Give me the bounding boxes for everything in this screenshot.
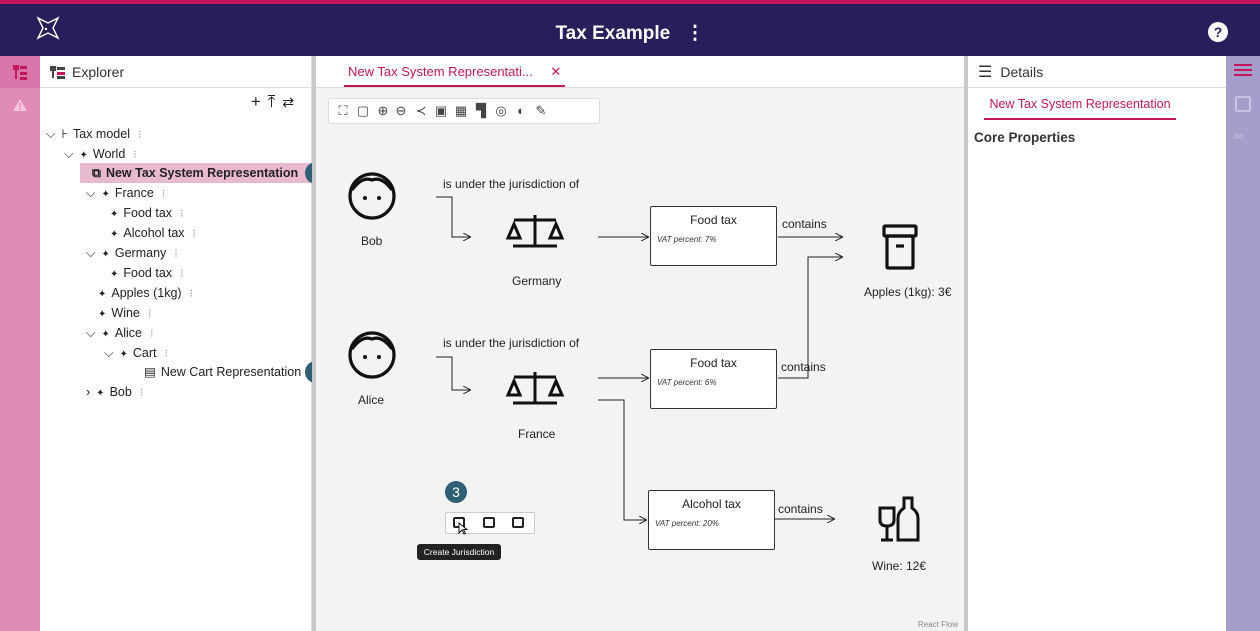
edge-label-contains-2: contains: [781, 360, 826, 374]
node-subtitle: VAT percent: 7%: [657, 235, 717, 244]
details-tab[interactable]: New Tax System Representation: [984, 94, 1176, 120]
edge-label-contains-3: contains: [778, 502, 823, 516]
core-properties-heading: Core Properties: [974, 130, 1076, 145]
person-bob-icon: [348, 172, 396, 220]
node-title: Food tax: [690, 356, 737, 370]
node-palette: [445, 512, 535, 535]
mouse-cursor-icon: [458, 522, 468, 535]
details-view-icon[interactable]: [1234, 64, 1252, 78]
person-alice-label[interactable]: Alice: [358, 393, 384, 407]
node-subtitle: VAT percent: 20%: [655, 519, 719, 528]
node-germany-food-tax[interactable]: Food tax VAT percent: 7%: [650, 206, 777, 266]
details-header: ☰ Details: [968, 56, 1226, 88]
create-node-button[interactable]: [483, 517, 495, 528]
archive-icon: [882, 224, 918, 270]
scale-france-icon: [505, 372, 565, 405]
right-activity-bar: ∞: [1226, 56, 1260, 631]
country-france-label[interactable]: France: [518, 427, 555, 441]
product-wine-label[interactable]: Wine: 12€: [872, 559, 926, 573]
create-edge-button[interactable]: [512, 517, 524, 528]
node-alcohol-tax[interactable]: Alcohol tax VAT percent: 20%: [648, 490, 775, 550]
react-flow-attribution[interactable]: React Flow: [918, 620, 958, 629]
tooltip-create-jurisdiction: Create Jurisdiction: [417, 544, 501, 560]
node-title: Alcohol tax: [682, 497, 741, 511]
details-panel: ☰ Details New Tax System Representation C…: [968, 56, 1226, 631]
edge-label-contains-1: contains: [782, 217, 827, 231]
node-france-food-tax[interactable]: Food tax VAT percent: 6%: [650, 349, 777, 409]
representations-icon[interactable]: [1235, 96, 1251, 112]
details-title: Details: [1000, 64, 1044, 80]
country-germany-label[interactable]: Germany: [512, 274, 561, 288]
edge-alice-france: [436, 356, 470, 390]
product-apples-label[interactable]: Apples (1kg): 3€: [864, 285, 951, 299]
person-alice-icon: [348, 331, 396, 379]
node-title: Food tax: [690, 213, 737, 227]
scale-germany-icon: [505, 215, 565, 248]
edge-label-jurisdiction-2: is under the jurisdiction of: [443, 336, 580, 350]
link-icon[interactable]: ∞: [1234, 128, 1243, 143]
person-bob-label[interactable]: Bob: [361, 234, 382, 248]
edge-label-jurisdiction-1: is under the jurisdiction of: [443, 177, 580, 191]
wine-icon: [878, 496, 920, 542]
edge-france-alcohol: [598, 399, 646, 520]
menu-icon[interactable]: ☰: [978, 64, 992, 81]
node-subtitle: VAT percent: 6%: [657, 378, 717, 387]
edge-bob-germany: [436, 196, 470, 237]
step-3-badge: 3: [445, 481, 467, 503]
